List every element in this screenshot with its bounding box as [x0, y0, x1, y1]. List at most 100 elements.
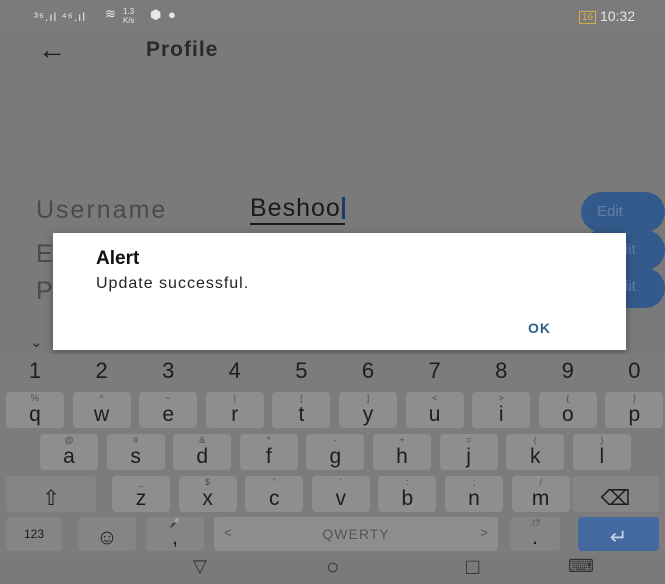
key-g[interactable]: -g — [306, 434, 365, 470]
key-u[interactable]: < u — [405, 392, 464, 428]
key-l[interactable]: ) l — [572, 434, 631, 470]
key-a[interactable]: @ a — [40, 434, 98, 470]
username-field[interactable]: Beshoo — [250, 194, 345, 225]
key-v[interactable]: ' v — [311, 476, 370, 512]
collapse-icon[interactable]: ⌄ — [30, 333, 43, 351]
key-hint: % — [30, 393, 39, 403]
key-label: c — [268, 487, 280, 510]
key-t[interactable]: [t — [272, 392, 331, 428]
enter-key[interactable]: ↵ — [578, 517, 659, 551]
key-i[interactable]: > i — [472, 392, 531, 428]
key-label: p — [628, 403, 641, 426]
key-3[interactable]: 3 — [139, 358, 198, 388]
key-label: 0 — [628, 358, 641, 383]
key-5[interactable]: 5 — [272, 358, 331, 388]
key-x[interactable]: $ x — [178, 476, 237, 512]
ok-button[interactable]: OK — [528, 320, 551, 336]
key-6[interactable]: 6 — [339, 358, 397, 388]
dialog-message: Update successful. — [96, 275, 250, 292]
key-1[interactable]: 1 — [6, 358, 64, 388]
key-c[interactable]: " c — [245, 476, 304, 512]
key-hint: ) — [600, 435, 604, 445]
key-z[interactable]: _ z — [112, 476, 170, 512]
alert-dialog: Alert Update successful. OK — [53, 233, 626, 350]
shift-key[interactable]: ⇧ — [6, 476, 96, 512]
key-hint: # — [133, 435, 139, 445]
key-r[interactable]: | r — [205, 392, 264, 428]
key-f[interactable]: * f — [239, 434, 298, 470]
key-label: 4 — [228, 358, 241, 383]
key-hint: $ — [205, 477, 211, 487]
key-s[interactable]: # s — [106, 434, 165, 470]
key-hint: ( — [533, 435, 537, 445]
key-b[interactable]: :b — [378, 476, 437, 512]
key-label: f — [265, 445, 272, 468]
username-value: Beshoo — [250, 194, 341, 222]
key-label: e — [162, 403, 175, 426]
key-q[interactable]: % q — [6, 392, 64, 428]
space-key[interactable]: QWERTY < > — [214, 517, 498, 551]
key-4[interactable]: 4 — [205, 358, 264, 388]
key-w[interactable]: ^ w — [72, 392, 131, 428]
nav-recents-icon[interactable]: □ — [466, 554, 479, 580]
key-hint: ~ — [165, 393, 171, 403]
status-right: 16 10:32 — [578, 8, 635, 24]
key-h[interactable]: + h — [373, 434, 431, 470]
key-0[interactable]: 0 — [605, 358, 664, 388]
nav-keyboard-icon[interactable]: ⌨ — [568, 556, 594, 577]
key-m[interactable]: / m — [511, 476, 570, 512]
comma-key[interactable]: 🎤, — [146, 517, 204, 551]
back-arrow-icon[interactable]: ← — [38, 36, 66, 64]
key-label: 7 — [428, 358, 441, 383]
key-label: i — [498, 403, 504, 426]
period-key[interactable]: .!?. — [510, 517, 560, 551]
key-label: j — [466, 445, 471, 468]
key-label: m — [531, 487, 550, 510]
key-d[interactable]: & d — [173, 434, 232, 470]
key-label: 5 — [295, 358, 308, 383]
username-label: Username — [36, 196, 168, 224]
key-o[interactable]: {o — [538, 392, 597, 428]
dialog-title: Alert — [96, 248, 140, 269]
key-label: 123 — [23, 527, 45, 541]
backspace-key[interactable]: ⌫ — [572, 476, 659, 512]
mode-123-key[interactable]: 123 — [6, 517, 62, 551]
key-9[interactable]: 9 — [538, 358, 597, 388]
edit-username-button[interactable]: Edit — [581, 192, 665, 232]
key-2[interactable]: 2 — [72, 358, 131, 388]
nav-back-icon[interactable]: ▽ — [193, 556, 207, 577]
emoji-key[interactable]: ☺ — [78, 517, 136, 551]
clock: 10:32 — [599, 8, 635, 24]
key-7[interactable]: 7 — [405, 358, 464, 388]
key-p[interactable]: } p — [605, 392, 664, 428]
key-label: s — [130, 445, 141, 468]
key-y[interactable]: ] y — [339, 392, 397, 428]
key-label: 3 — [162, 358, 175, 383]
app-notification-icon: ⬢ — [150, 7, 162, 22]
key-hint: @ — [64, 435, 74, 445]
key-label: 8 — [495, 358, 508, 383]
key-e[interactable]: ~ e — [139, 392, 198, 428]
key-hint: ' — [339, 477, 342, 487]
key-label: 9 — [561, 358, 574, 383]
key-hint: _ — [138, 477, 144, 487]
key-hint: : — [406, 477, 409, 487]
network-speed: 1.3 K/s — [123, 7, 135, 25]
key-label: ↵ — [609, 526, 628, 549]
key-label: 1 — [28, 358, 42, 383]
key-label: r — [231, 403, 239, 426]
key-hint: = — [465, 435, 472, 445]
key-n[interactable]: ; n — [445, 476, 503, 512]
key-8[interactable]: 8 — [472, 358, 531, 388]
key-label: x — [202, 487, 213, 510]
key-k[interactable]: (k — [506, 434, 565, 470]
password-label: P — [36, 277, 55, 305]
edit-password-label-partial: lit — [625, 278, 636, 295]
key-label: v — [335, 487, 347, 510]
nav-home-icon[interactable]: ○ — [326, 554, 339, 580]
key-label: g — [329, 445, 342, 468]
key-j[interactable]: = j — [439, 434, 498, 470]
page-title: Profile — [146, 38, 219, 61]
key-label: l — [599, 445, 605, 468]
key-label: d — [196, 445, 209, 468]
